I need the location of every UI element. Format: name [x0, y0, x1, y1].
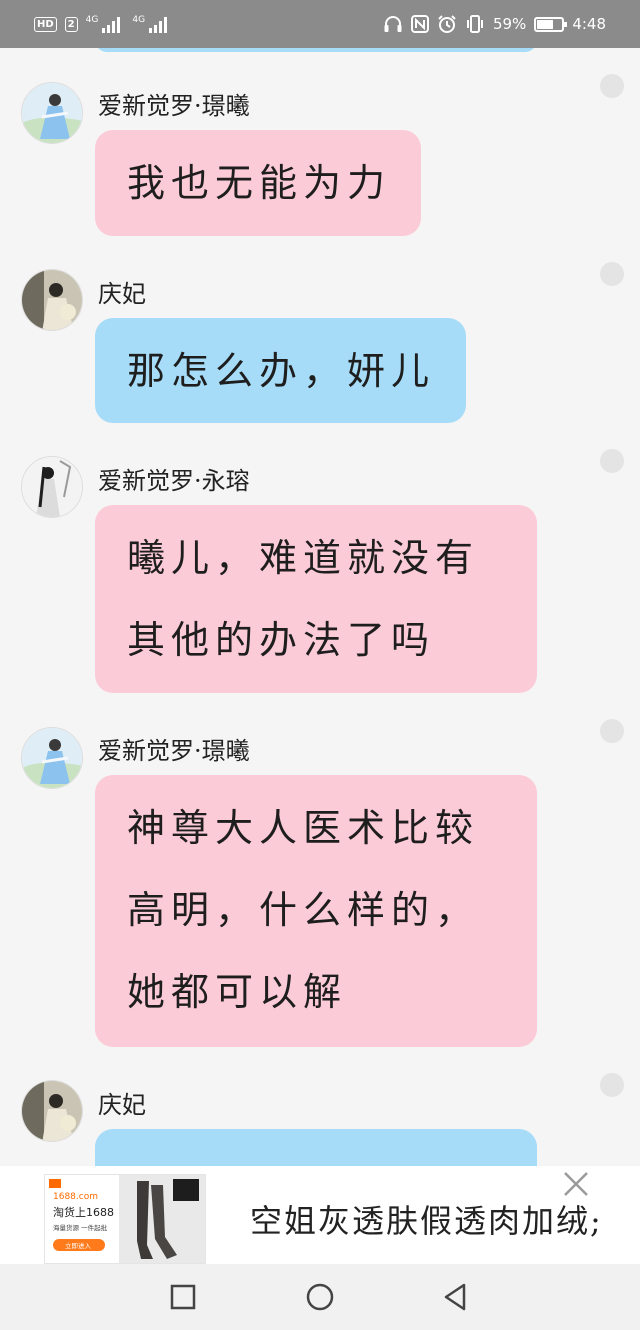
message-bubble[interactable]: 神尊大人医术比较 高明，什么样的， 她都可以解: [95, 775, 537, 1047]
battery-fill: [537, 19, 553, 29]
select-dot[interactable]: [600, 719, 624, 743]
home-icon[interactable]: [303, 1280, 337, 1314]
close-icon[interactable]: [560, 1168, 592, 1200]
headphones-icon: [384, 16, 402, 32]
message-bubble[interactable]: 那怎么办，妍儿: [95, 318, 466, 423]
ad-banner[interactable]: 1688.com 淘货上1688 海量货源 一件起批 立即进入 空姐灰透肤假透肉…: [0, 1166, 640, 1264]
status-right: 59% 4:48: [383, 14, 606, 34]
signal-icon: 4G: [86, 15, 121, 33]
battery-percent: 59%: [492, 15, 527, 33]
message-text: 那怎么办，妍儿: [127, 349, 436, 393]
sender-name: 庆妃: [98, 1091, 146, 1119]
ad-text[interactable]: 空姐灰透肤假透肉加绒;: [250, 1196, 618, 1242]
sender-name: 庆妃: [98, 280, 146, 308]
alarm-icon: [438, 15, 456, 33]
nfc-icon: [410, 15, 429, 33]
status-left: HD 2 4G 4G: [34, 15, 171, 33]
select-dot[interactable]: [600, 262, 624, 286]
sender-name: 爱新觉罗·永瑢: [98, 467, 250, 495]
message-bubble[interactable]: 我也无能为力: [95, 130, 421, 236]
avatar[interactable]: [21, 82, 83, 144]
sender-name: 爱新觉罗·璟曦: [98, 737, 250, 765]
avatar[interactable]: [21, 727, 83, 789]
clock-time: 4:48: [572, 15, 606, 33]
message-bubble[interactable]: 曦儿，难道就没有 其他的办法了吗: [95, 505, 537, 693]
avatar[interactable]: [21, 456, 83, 518]
message-bubble[interactable]: [95, 1129, 537, 1166]
vibrate-icon: [466, 15, 483, 33]
message-text: 其他的办法了吗: [127, 618, 436, 662]
ad-image-button: 立即进入: [65, 1241, 92, 1250]
battery-icon: [534, 16, 568, 32]
network-label-1: 4G: [85, 15, 99, 25]
ad-image-subline: 海量货源 一件起批: [53, 1223, 108, 1232]
back-icon[interactable]: [438, 1280, 472, 1314]
recent-apps-icon[interactable]: [166, 1280, 200, 1314]
navigation-bar: [0, 1264, 640, 1330]
ad-site: 1688.com: [53, 1192, 98, 1202]
ad-image[interactable]: 1688.com 淘货上1688 海量货源 一件起批 立即进入: [44, 1174, 206, 1264]
status-bar: HD 2 4G 4G 59% 4:48: [0, 0, 640, 48]
select-dot[interactable]: [600, 1073, 624, 1097]
sim-badge: 2: [64, 16, 78, 32]
avatar[interactable]: [21, 1080, 83, 1142]
message-text: 神尊大人医术比较: [127, 806, 480, 850]
hd-badge: HD: [34, 16, 57, 32]
message-text: 曦儿，难道就没有: [127, 536, 480, 580]
message-text: 她都可以解: [127, 970, 348, 1014]
message-text: 我也无能为力: [127, 161, 392, 205]
sender-name: 爱新觉罗·璟曦: [98, 92, 250, 120]
network-label-2: 4G: [132, 15, 146, 25]
chat-area[interactable]: 爱新觉罗·璟曦 我也无能为力 庆妃 那怎么办，妍儿 爱新觉罗·永瑢 曦儿，难道就…: [0, 48, 640, 1166]
select-dot[interactable]: [600, 74, 624, 98]
previous-bubble-fragment: [95, 48, 537, 52]
ad-image-headline: 淘货上1688: [53, 1205, 114, 1219]
message-text: 高明，什么样的，: [127, 888, 480, 932]
avatar[interactable]: [21, 269, 83, 331]
signal-icon: 4G: [132, 15, 168, 33]
select-dot[interactable]: [600, 449, 624, 473]
